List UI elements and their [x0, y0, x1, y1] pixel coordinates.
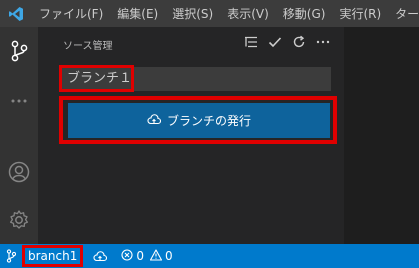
menu-go[interactable]: 移動(G) [276, 0, 333, 27]
publish-cloud-icon[interactable] [93, 250, 108, 262]
menu-view[interactable]: 表示(V) [220, 0, 276, 27]
panel-title: ソース管理 [63, 41, 113, 52]
more-icon[interactable] [7, 89, 31, 113]
menu-run[interactable]: 実行(R) [332, 0, 388, 27]
editor-area [344, 27, 419, 244]
warning-count: 0 [165, 249, 173, 263]
refresh-icon[interactable] [292, 35, 306, 49]
status-bar: branch1 0 0 [0, 244, 419, 268]
branch-name[interactable]: branch1 [22, 245, 84, 267]
panel-actions [244, 35, 330, 49]
publish-button-label: ブランチの発行 [166, 114, 251, 128]
menu-bar: ファイル(F) 編集(E) 選択(S) 表示(V) 移動(G) 実行(R) ター… [0, 0, 419, 27]
commit-check-icon[interactable] [268, 35, 282, 49]
menu-edit[interactable]: 編集(E) [110, 0, 165, 27]
menu-file[interactable]: ファイル(F) [32, 0, 110, 27]
view-as-tree-icon[interactable] [244, 35, 258, 49]
cloud-upload-icon [147, 113, 162, 128]
git-branch-icon [6, 249, 18, 263]
more-actions-icon[interactable] [316, 35, 330, 49]
menu-terminal[interactable]: ターミ [388, 0, 419, 27]
warning-icon [149, 248, 163, 264]
commit-message-input[interactable]: ブランチ１ [62, 67, 331, 91]
problems-indicator[interactable]: 0 0 [121, 248, 173, 264]
settings-gear-icon[interactable] [7, 208, 31, 232]
error-count: 0 [136, 249, 144, 263]
account-icon[interactable] [7, 160, 31, 184]
error-icon [121, 248, 133, 264]
source-control-icon[interactable] [7, 39, 31, 63]
activity-bar [0, 27, 38, 244]
vscode-logo-icon [0, 0, 32, 27]
source-control-panel: ソース管理 ブランチ１ ブランチの発行 [38, 27, 344, 244]
menu-selection[interactable]: 選択(S) [165, 0, 220, 27]
publish-branch-button[interactable]: ブランチの発行 [68, 103, 330, 138]
